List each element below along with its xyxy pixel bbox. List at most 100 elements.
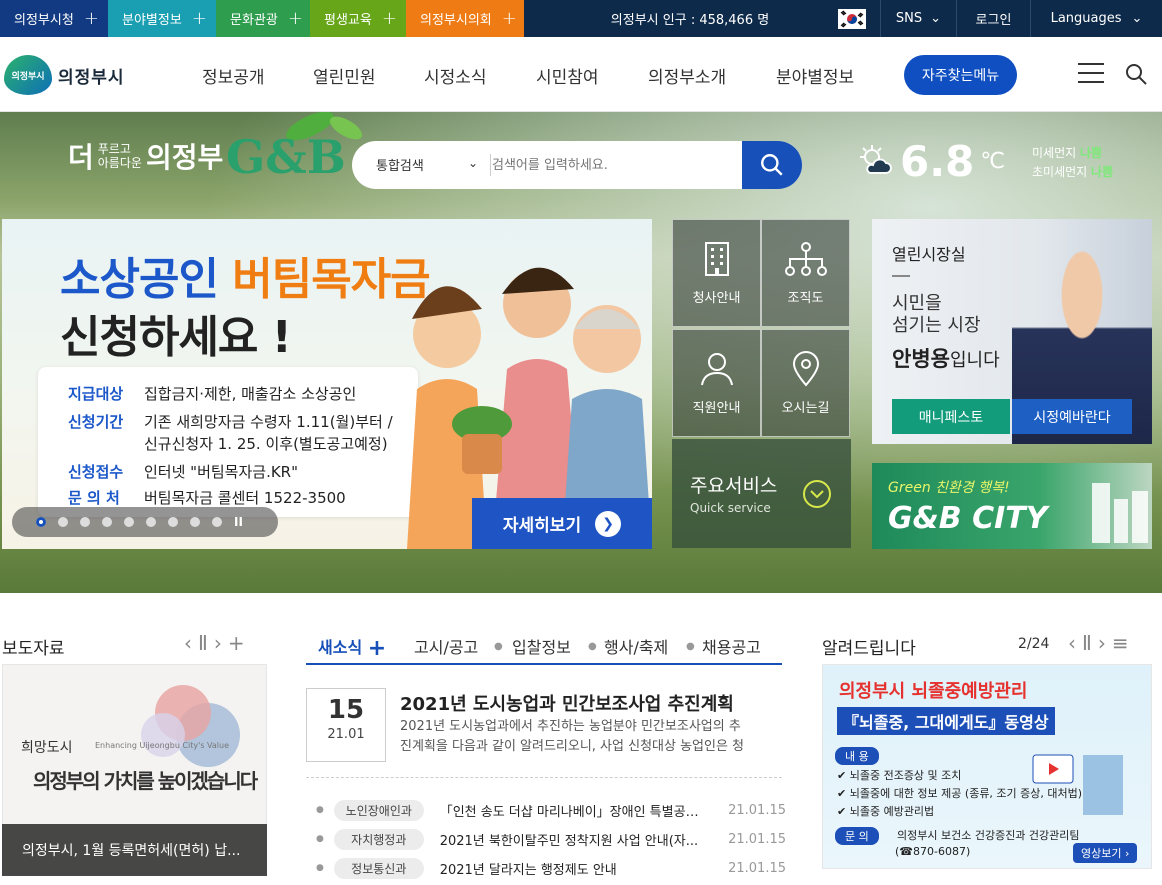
tab-field-info[interactable]: 분야별정보 + — [108, 0, 216, 37]
arrow-right-icon: ❯ — [595, 510, 622, 537]
tile-org-chart[interactable]: 조직도 — [761, 219, 850, 327]
mayor-title: 열린시장실 — [892, 245, 966, 264]
prev-arrow-icon[interactable]: ‹ — [184, 631, 198, 655]
gb-city-banner[interactable]: Green 친환경 행복! G&B CITY — [872, 463, 1152, 549]
search-input[interactable] — [492, 141, 742, 189]
chevron-down-icon: ⌄ — [1131, 11, 1143, 26]
nav-open-civil[interactable]: 열린민원 — [313, 63, 376, 88]
banner-pagination: II — [12, 507, 278, 537]
pause-icon[interactable]: Ⅱ — [198, 631, 214, 655]
tab-notice[interactable]: 고시/공고 — [414, 634, 478, 658]
search-icon — [761, 154, 783, 176]
notice-title: 알려드립니다 — [822, 639, 916, 659]
pager-dot[interactable] — [36, 517, 46, 527]
city-slogan: 더 푸르고 아름다운 의정부 — [68, 141, 224, 174]
press-caption[interactable]: 의정부시, 1월 등록면허세(면허) 납... — [2, 824, 267, 876]
nav-info-disclosure[interactable]: 정보공개 — [202, 63, 265, 88]
nav-citizen-participation[interactable]: 시민참여 — [536, 63, 599, 88]
plus-icon: + — [367, 636, 387, 661]
plus-icon: + — [287, 8, 303, 29]
site-logo[interactable]: 의정부시 의정부시 — [4, 55, 134, 95]
tab-culture-tour[interactable]: 문화관광 + — [216, 0, 310, 37]
list-item[interactable]: ● 노인장애인과 「인천 송도 더샵 마리나베이」장애인 특별공급 ... 21.01… — [316, 798, 786, 822]
pager-dot[interactable] — [146, 517, 156, 527]
air-quality: 미세먼지 나쁨 초미세먼지 나쁨 — [1032, 146, 1114, 179]
banner-info-box: 지급대상 집합금지·제한, 매출감소 소상공인 신청기간 기존 새희망자금 수령자 … — [38, 367, 418, 517]
list-item[interactable]: ● 정보통신과 2021년 달라지는 행정제도 안내 21.01.15 — [316, 856, 786, 880]
pager-dot[interactable] — [102, 517, 112, 527]
map-pin-icon — [792, 350, 819, 387]
notice-banner[interactable]: 의정부시 뇌졸중예방관리 『뇌졸중, 그대에게도』동영상 내 용 ✔ 뇌졸중 전… — [822, 664, 1152, 869]
plus-icon: + — [381, 8, 397, 29]
search-button[interactable] — [742, 141, 802, 189]
sns-dropdown[interactable]: SNS ⌄ — [880, 0, 956, 37]
video-button[interactable]: 영상보기 › — [1073, 843, 1138, 863]
mayor-office-panel: 열린시장실 시민을 섬기는 시장 안병용입니다 매니페스토 시정예바란다 — [872, 219, 1152, 444]
featured-title[interactable]: 2021년 도시농업과 민간보조사업 추진계획 — [400, 690, 734, 716]
languages-dropdown[interactable]: Languages ⌄ — [1030, 0, 1162, 37]
korea-flag-icon — [838, 8, 866, 29]
tile-staff-guide[interactable]: 직원안내 — [672, 329, 761, 437]
next-arrow-icon[interactable]: › — [1098, 631, 1112, 655]
logo-mark: 의정부시 — [4, 55, 52, 95]
divider — [306, 777, 782, 778]
nav-city-news[interactable]: 시정소식 — [424, 63, 487, 88]
prev-arrow-icon[interactable]: ‹ — [1068, 631, 1082, 655]
population-text: 의정부시 인구 : 458,466 명 — [610, 13, 770, 28]
weather-widget: 6.8 ℃ — [858, 136, 1028, 186]
building-icon — [704, 241, 729, 276]
pager-dot[interactable] — [80, 517, 90, 527]
plus-icon: + — [501, 8, 517, 29]
city-suggestion-button[interactable]: 시정예바란다 — [1012, 399, 1132, 434]
tab-city-hall[interactable]: 의정부시청 + — [0, 0, 108, 37]
search-scope-select[interactable]: 통합검색 — [376, 155, 424, 174]
logo-text: 의정부시 — [58, 67, 125, 88]
pager-dot[interactable] — [190, 517, 200, 527]
search-icon[interactable] — [1124, 62, 1148, 86]
language-flag-button[interactable] — [824, 0, 880, 37]
tab-news[interactable]: 새소식 + — [318, 634, 387, 661]
nav-field-info[interactable]: 분야별정보 — [776, 63, 854, 88]
tab-recruit[interactable]: 채용공고 — [702, 634, 761, 658]
tab-event[interactable]: 행사/축제 — [604, 634, 668, 658]
main-service-button[interactable]: 주요서비스 Quick service — [672, 439, 851, 548]
tab-bid[interactable]: 입찰정보 — [512, 634, 571, 658]
news-tabs: 새소식 + 고시/공고 ● 입찰정보 ● 행사/축제 ● 채용공고 — [306, 630, 782, 665]
featured-date: 15 21.01 — [306, 688, 386, 762]
person-icon — [700, 352, 733, 385]
nav-about-city[interactable]: 의정부소개 — [648, 63, 726, 88]
pager-dot[interactable] — [168, 517, 178, 527]
tile-directions[interactable]: 오시는길 — [761, 329, 850, 437]
plus-icon[interactable]: + — [228, 631, 251, 655]
temperature-unit: ℃ — [980, 148, 1006, 174]
frequent-menu-button[interactable]: 자주찾는메뉴 — [904, 55, 1017, 95]
featured-desc: 2021년 도시농업과에서 추진하는 농업분야 민간보조사업의 추 진계획을 다음… — [400, 719, 745, 754]
pause-icon[interactable]: Ⅱ — [1082, 631, 1098, 655]
city-buildings-icon — [1092, 483, 1148, 543]
banner-title: 소상공인 버팀목자금 — [60, 254, 431, 305]
pager-dot[interactable] — [124, 517, 134, 527]
pager-dot[interactable] — [58, 517, 68, 527]
pause-icon[interactable]: II — [234, 515, 243, 529]
press-title: 보도자료 — [2, 639, 65, 659]
list-item[interactable]: ● 자치행정과 2021년 북한이탈주민 정착지원 사업 안내(자... 21.01.… — [316, 827, 786, 851]
header: 의정부시 의정부시 정보공개 열린민원 시정소식 시민참여 의정부소개 분야별정… — [0, 37, 1162, 112]
tab-lifelong-edu[interactable]: 평생교육 + — [310, 0, 406, 37]
plus-icon: + — [83, 8, 99, 29]
chevron-down-icon: ⌄ — [930, 11, 942, 26]
main-banner[interactable]: 소상공인 버팀목자금 신청하세요 ! 지급대상 집합금지·제한, 매출감소 소상공… — [2, 219, 652, 549]
divider — [490, 154, 491, 176]
hamburger-menu-icon[interactable] — [1078, 63, 1104, 85]
plus-icon: + — [191, 8, 207, 29]
search-bar: 통합검색 ⌄ — [352, 141, 802, 189]
pager-dot[interactable] — [212, 517, 222, 527]
tile-building-guide[interactable]: 청사안내 — [672, 219, 761, 327]
list-icon[interactable]: ≡ — [1112, 631, 1135, 655]
tab-city-council[interactable]: 의정부시의회 + — [406, 0, 524, 37]
next-arrow-icon[interactable]: › — [214, 631, 228, 655]
banner-more-button[interactable]: 자세히보기 ❯ — [472, 498, 652, 549]
gb-logo: G&B — [226, 130, 346, 184]
manifesto-button[interactable]: 매니페스토 — [892, 399, 1010, 434]
org-chart-icon — [784, 241, 827, 276]
login-link[interactable]: 로그인 — [956, 0, 1030, 37]
